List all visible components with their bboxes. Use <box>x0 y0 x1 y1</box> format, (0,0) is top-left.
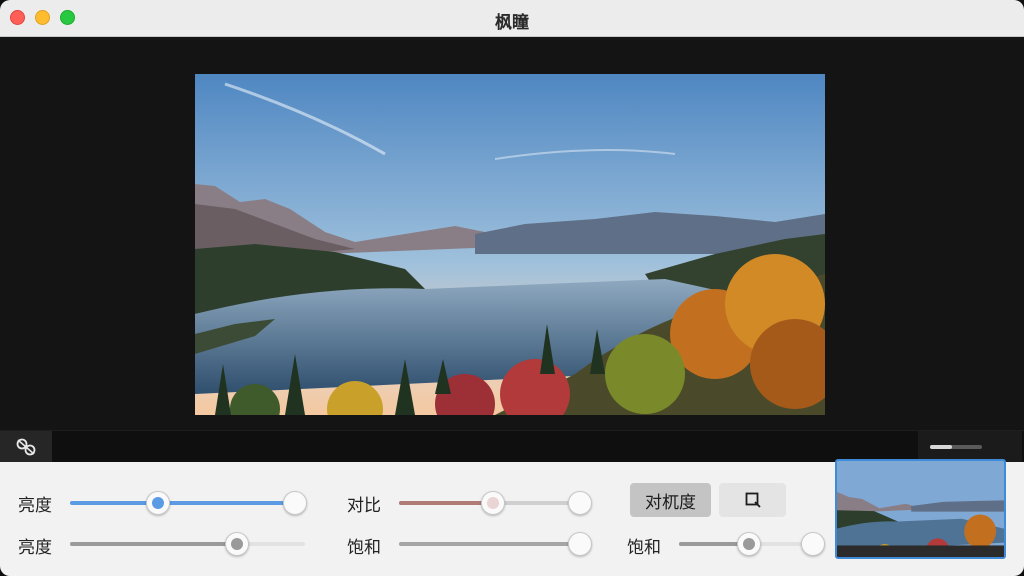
crop-button[interactable] <box>719 483 786 517</box>
brightness-slider[interactable] <box>70 490 307 516</box>
contrast-slider-knob[interactable] <box>481 491 506 515</box>
saturation-label-2: 饱和 <box>627 538 661 558</box>
brightness-label: 亮度 <box>18 496 52 516</box>
title-bar: 枫瞳 <box>0 0 1024 37</box>
canvas-toolbar <box>0 430 1024 462</box>
brightness-label-2: 亮度 <box>18 538 52 558</box>
contrast-mode-button[interactable]: 对杌度 <box>630 483 711 517</box>
adjust-tool-button[interactable] <box>0 431 52 462</box>
saturation-slider-2[interactable] <box>679 531 825 557</box>
image-canvas <box>0 37 1024 430</box>
saturation-slider-2-knob[interactable] <box>736 532 761 556</box>
adjust-tool-icon <box>16 438 36 455</box>
zoom-fill <box>930 445 952 449</box>
contrast-slider[interactable] <box>399 490 592 516</box>
brightness-slider-2-knob[interactable] <box>224 532 249 556</box>
contrast-label: 对比 <box>347 496 381 516</box>
contrast-slider-end-knob[interactable] <box>568 491 592 515</box>
zoom-control[interactable] <box>918 431 1022 462</box>
brightness-slider-2[interactable] <box>70 531 305 557</box>
app-window: 枫瞳 亮度 对比 对杌度 亮度 饱和 饱和 <box>0 0 1024 576</box>
crop-icon <box>745 492 761 508</box>
saturation-slider-knob[interactable] <box>568 532 592 556</box>
zoom-slider[interactable] <box>930 445 982 449</box>
photo-preview[interactable] <box>195 74 825 415</box>
saturation-slider[interactable] <box>399 531 592 557</box>
saturation-label: 饱和 <box>347 538 381 558</box>
brightness-slider-end-knob[interactable] <box>283 491 307 515</box>
saturation-slider-2-end-knob[interactable] <box>801 532 825 556</box>
brightness-slider-knob[interactable] <box>145 491 170 515</box>
window-title: 枫瞳 <box>495 13 529 33</box>
photo-thumbnail[interactable] <box>835 459 1006 559</box>
